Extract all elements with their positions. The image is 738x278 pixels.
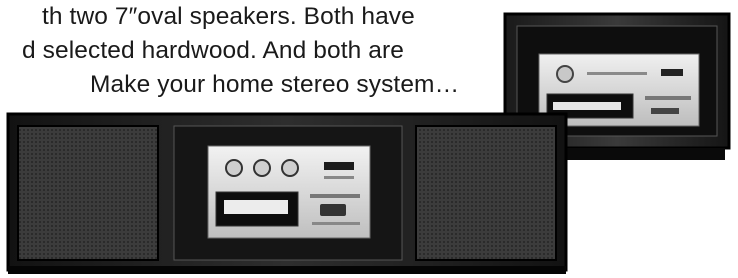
console-8-track-stereo — [6, 112, 568, 274]
console-knob-3 — [281, 159, 299, 177]
ad-copy-line-2: d selected hardwood. And both are — [22, 37, 404, 64]
compact-knob — [556, 65, 574, 83]
right-speaker-grille — [415, 125, 557, 261]
left-speaker-grille — [17, 125, 159, 261]
console-knob-2 — [253, 159, 271, 177]
ad-copy: th two 7″oval speakers. Both have d sele… — [22, 0, 522, 102]
compact-indicator-light — [661, 69, 683, 76]
ad-copy-line-1: th two 7″oval speakers. Both have — [42, 3, 415, 30]
console-knob-1 — [225, 159, 243, 177]
console-indicator-light — [324, 162, 354, 170]
ad-copy-line-3: Make your home stereo system… — [90, 71, 460, 98]
